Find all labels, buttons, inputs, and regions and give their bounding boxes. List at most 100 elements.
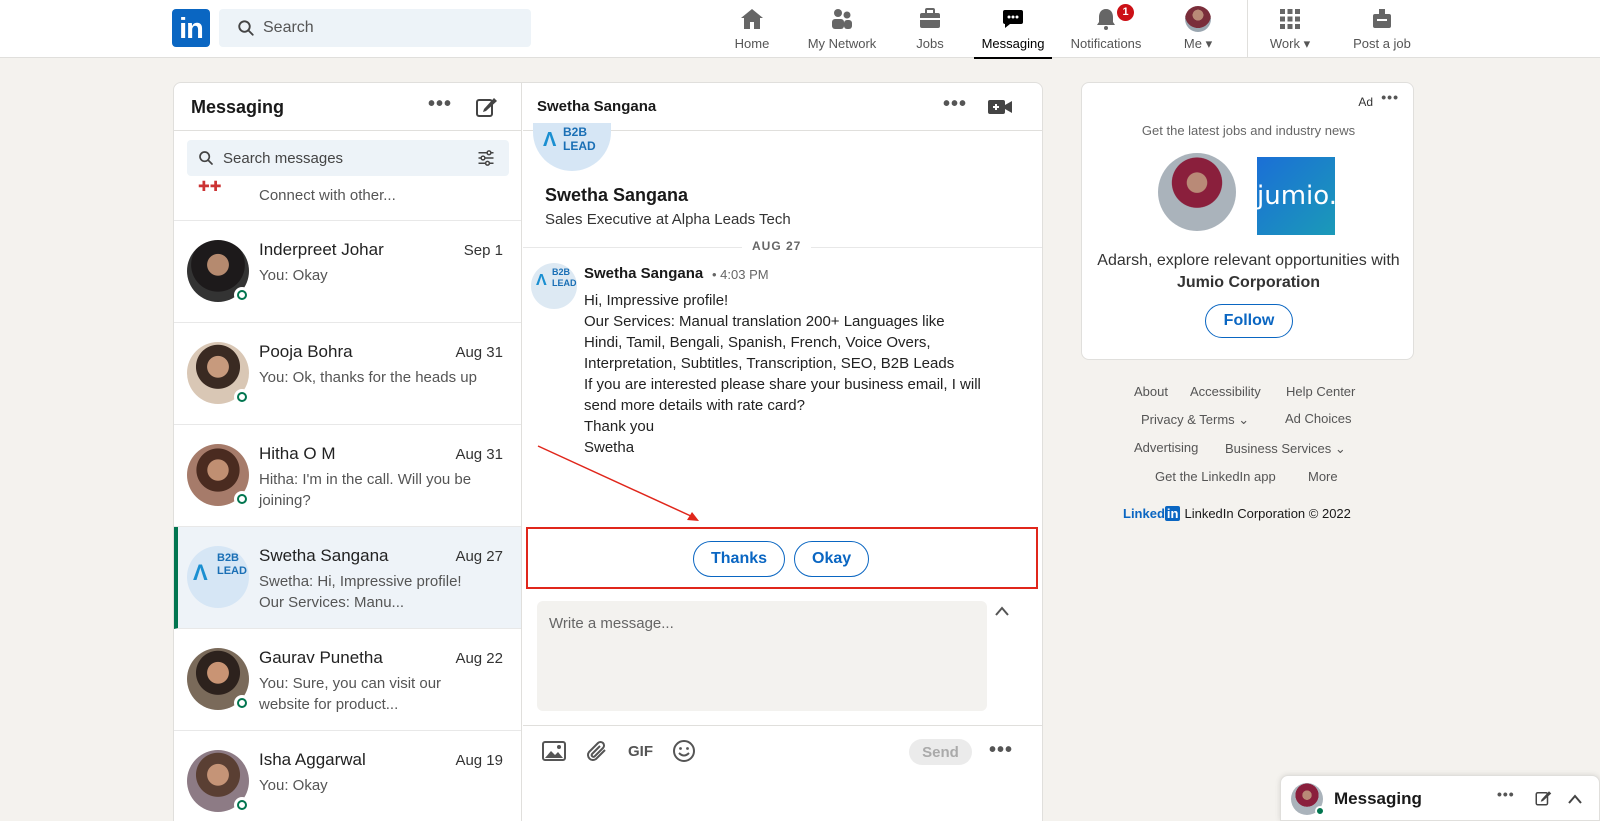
- profile-avatar[interactable]: Ʌ B2B LEAD: [533, 123, 611, 171]
- online-status-icon: [234, 797, 250, 813]
- footer-copyright: Linked in LinkedIn Corporation © 2022: [1123, 506, 1351, 521]
- conversation-list: Messaging ••• ✚✚ Connect with other... I…: [174, 83, 522, 821]
- nav-home[interactable]: Home: [733, 4, 771, 56]
- nav-my-network[interactable]: My Network: [802, 4, 882, 56]
- overlay-title: Messaging: [1334, 789, 1422, 808]
- message-sender[interactable]: Swetha Sangana: [584, 265, 703, 282]
- chevron-up-icon[interactable]: [1567, 793, 1583, 805]
- date-separator: AUG 27: [742, 239, 812, 253]
- more-options-icon[interactable]: •••: [943, 93, 967, 116]
- avatar: Ʌ B2B LEAD: [187, 546, 249, 608]
- conversation-pane: Swetha Sangana ••• Ʌ B2B LEAD Swetha San…: [523, 83, 1042, 821]
- home-icon: [741, 9, 763, 29]
- footer-link-privacy-terms[interactable]: Privacy & Terms ⌄: [1141, 412, 1249, 428]
- gif-button[interactable]: GIF: [628, 743, 653, 760]
- avatar: [1158, 153, 1236, 231]
- annotation-arrow: [537, 445, 699, 521]
- compose-icon[interactable]: [1534, 789, 1552, 807]
- list-item-selected[interactable]: Ʌ B2B LEAD Swetha Sangana Aug 27 Swetha:…: [174, 527, 521, 629]
- bell-icon: [1097, 9, 1115, 30]
- nav-me[interactable]: Me ▾: [1175, 4, 1221, 56]
- chevron-down-icon: ▾: [1205, 36, 1213, 51]
- online-status-icon: [234, 491, 250, 507]
- messaging-icon: [1003, 10, 1023, 28]
- message-compose[interactable]: [537, 601, 987, 711]
- briefcase-icon: [920, 8, 940, 28]
- emoji-icon[interactable]: [672, 739, 696, 763]
- message-search-input[interactable]: [223, 140, 473, 176]
- image-icon[interactable]: [542, 740, 566, 762]
- nav-post-a-job[interactable]: Post a job: [1350, 4, 1414, 56]
- footer-link-help-center[interactable]: Help Center: [1286, 384, 1355, 399]
- video-call-icon[interactable]: [987, 97, 1013, 117]
- notification-badge: 1: [1117, 4, 1134, 21]
- chevron-up-icon[interactable]: [994, 605, 1010, 617]
- divider: [523, 725, 1042, 726]
- search-icon: [199, 151, 213, 165]
- footer-link-get-app[interactable]: Get the LinkedIn app: [1155, 469, 1276, 484]
- nav-messaging[interactable]: Messaging: [974, 4, 1052, 59]
- list-item[interactable]: Inderpreet Johar Sep 1 You: Okay: [174, 221, 521, 323]
- filter-icon[interactable]: [477, 149, 495, 167]
- conversation-title[interactable]: Swetha Sangana: [537, 98, 656, 115]
- grid-icon: [1280, 9, 1300, 29]
- chevron-down-icon: ▾: [1303, 36, 1311, 51]
- message-body: Hi, Impressive profile! Our Services: Ma…: [584, 292, 981, 456]
- online-status-icon: [234, 695, 250, 711]
- search-icon: [238, 20, 254, 36]
- list-item[interactable]: Hitha O M Aug 31 Hitha: I'm in the call.…: [174, 425, 521, 527]
- ad-subtitle: Get the latest jobs and industry news: [1141, 123, 1356, 138]
- nav-notifications[interactable]: 1 Notifications: [1065, 4, 1147, 56]
- linkedin-logo[interactable]: in: [172, 9, 210, 47]
- messaging-card: Messaging ••• ✚✚ Connect with other... I…: [173, 82, 1043, 821]
- message-input[interactable]: [537, 601, 987, 711]
- messaging-overlay-bar[interactable]: Messaging •••: [1280, 775, 1600, 821]
- linkedin-wordmark: Linked: [1123, 506, 1165, 521]
- send-button[interactable]: Send: [909, 739, 972, 765]
- list-item[interactable]: ✚✚ Connect with other...: [174, 179, 521, 221]
- online-status-icon: [234, 287, 250, 303]
- people-icon: [832, 9, 852, 29]
- quick-reply-thanks[interactable]: Thanks: [693, 541, 786, 577]
- footer-link-accessibility[interactable]: Accessibility: [1190, 384, 1261, 399]
- online-status-icon: [234, 389, 250, 405]
- global-search[interactable]: [219, 9, 531, 47]
- ad-card: Ad ••• Get the latest jobs and industry …: [1081, 82, 1414, 360]
- chevron-down-icon: ⌄: [1334, 441, 1346, 456]
- footer-link-about[interactable]: About: [1134, 384, 1168, 399]
- sidebar-title: Messaging: [191, 97, 285, 117]
- footer-link-advertising[interactable]: Advertising: [1134, 440, 1198, 455]
- group-avatar: ✚✚: [198, 178, 222, 194]
- sender-avatar[interactable]: Ʌ B2B LEAD: [531, 263, 577, 309]
- message-search[interactable]: [187, 140, 509, 176]
- footer-link-business-services[interactable]: Business Services ⌄: [1225, 441, 1346, 457]
- compose-icon[interactable]: [474, 95, 498, 119]
- ad-label: Ad: [1358, 95, 1373, 109]
- post-job-icon: [1373, 9, 1391, 28]
- profile-headline: Sales Executive at Alpha Leads Tech: [545, 211, 791, 228]
- more-options-icon[interactable]: •••: [989, 739, 1013, 762]
- footer-link-ad-choices[interactable]: Ad Choices: [1285, 411, 1351, 426]
- nav-divider: [1247, 0, 1248, 58]
- list-item[interactable]: Gaurav Punetha Aug 22 You: Sure, you can…: [174, 629, 521, 731]
- chevron-down-icon: ⌄: [1238, 412, 1250, 427]
- ad-text: Adarsh, explore relevant opportunities w…: [1097, 252, 1400, 291]
- list-item[interactable]: Isha Aggarwal Aug 19 You: Okay: [174, 731, 521, 821]
- attachment-icon[interactable]: [585, 739, 609, 763]
- sidebar-header: Messaging •••: [174, 83, 521, 131]
- quick-reply-okay[interactable]: Okay: [794, 541, 870, 577]
- company-logo[interactable]: jumio.: [1257, 157, 1337, 235]
- nav-jobs[interactable]: Jobs: [910, 4, 950, 56]
- message-time: • 4:03 PM: [712, 267, 769, 282]
- profile-name[interactable]: Swetha Sangana: [545, 185, 688, 206]
- quick-replies-highlight: Thanks Okay: [526, 527, 1038, 589]
- follow-button[interactable]: Follow: [1205, 304, 1293, 338]
- more-options-icon[interactable]: •••: [1497, 786, 1515, 802]
- more-options-icon[interactable]: •••: [428, 93, 452, 116]
- nav-work[interactable]: Work ▾: [1264, 4, 1316, 56]
- global-search-input[interactable]: [263, 9, 523, 47]
- top-nav: in Home My Network Jobs Messaging 1 Noti…: [0, 0, 1600, 59]
- list-item[interactable]: Pooja Bohra Aug 31 You: Ok, thanks for t…: [174, 323, 521, 425]
- more-options-icon[interactable]: •••: [1381, 89, 1399, 105]
- footer-link-more[interactable]: More: [1308, 469, 1338, 484]
